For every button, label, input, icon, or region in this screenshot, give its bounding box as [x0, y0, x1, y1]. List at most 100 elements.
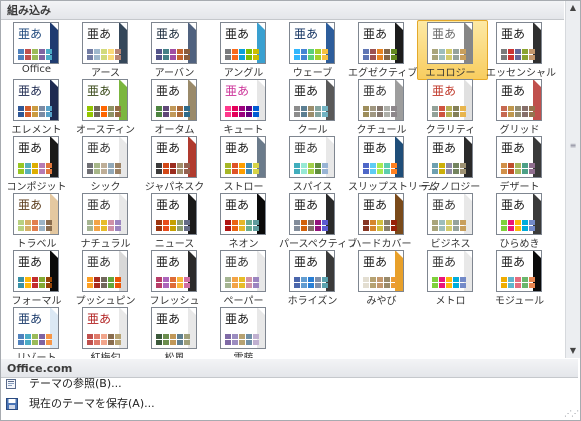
theme-tile[interactable]: 亜あ グリッド	[486, 79, 553, 136]
color-swatch	[501, 169, 507, 174]
color-swatch	[25, 49, 31, 54]
theme-tile[interactable]: 亜あ トラベル	[3, 193, 70, 250]
page-fold-icon	[258, 137, 265, 144]
theme-tile[interactable]: 亜あ テクノロジー	[417, 136, 484, 193]
color-swatch	[301, 163, 307, 168]
theme-font-sample: 亜あ	[156, 27, 181, 41]
theme-tile[interactable]: 亜あ デザート	[486, 136, 553, 193]
theme-tile[interactable]: 亜あ スリップストリーム	[348, 136, 438, 193]
theme-color-swatches	[225, 112, 260, 117]
color-swatch	[184, 220, 190, 225]
theme-tile[interactable]: 亜あ フォーマル	[3, 250, 70, 307]
color-swatch	[18, 220, 24, 225]
theme-tile[interactable]: 亜あ紅梅匂	[72, 307, 139, 358]
theme-name-label: エッセンシャル	[486, 68, 556, 79]
theme-tile[interactable]: 亜あ ビジネス	[417, 193, 484, 250]
theme-tile[interactable]: 亜あ ひらめき	[486, 193, 553, 250]
color-swatch	[18, 112, 24, 117]
color-swatch	[156, 334, 162, 339]
theme-tile[interactable]: 亜あ ネオン	[210, 193, 277, 250]
page-fold-icon	[258, 80, 265, 87]
theme-tile[interactable]: 亜あ ペーパー	[210, 250, 277, 307]
color-swatch	[501, 55, 507, 60]
theme-tile[interactable]: 亜あ クール	[279, 79, 346, 136]
theme-tile[interactable]: 亜あ スパイス	[279, 136, 346, 193]
color-swatch	[225, 220, 231, 225]
theme-color-swatches	[87, 163, 122, 168]
theme-tile[interactable]: 亜あ Office	[3, 22, 70, 78]
color-swatch	[315, 277, 321, 282]
theme-preview-thumbnail: 亜あ	[220, 79, 266, 121]
color-swatch	[294, 220, 300, 225]
theme-gallery: 亜あ Office 亜あ アース 亜あ アーバン 亜あ アングル 亜あ ウェーブ 亜あ エグゼクティブ…	[1, 20, 564, 358]
browse-themes-menu-item[interactable]: テーマの参照(B)...	[1, 374, 578, 394]
theme-tile[interactable]: 亜あ フレッシュ	[141, 250, 208, 307]
page-fold-icon	[51, 80, 58, 87]
theme-tile[interactable]: 亜あ クチュール	[348, 79, 415, 136]
color-swatch	[25, 106, 31, 111]
color-swatch	[460, 49, 466, 54]
theme-tile[interactable]: 亜あ キュート	[210, 79, 277, 136]
color-swatch	[301, 112, 307, 117]
theme-name-label: ニュース	[154, 239, 195, 250]
theme-tile[interactable]: 亜あ ニュース	[141, 193, 208, 250]
color-swatch	[432, 106, 438, 111]
theme-tile[interactable]: 亜あ アングル	[210, 22, 277, 79]
theme-tile[interactable]: 亜あリゾート	[3, 307, 70, 358]
color-swatch	[439, 169, 445, 174]
theme-color-swatches	[156, 112, 191, 117]
theme-tile[interactable]: 亜あ シック	[72, 136, 139, 193]
theme-tile[interactable]: 亜あ みやび	[348, 250, 415, 307]
color-swatch	[232, 277, 238, 282]
theme-tile[interactable]: 亜あ アーバン	[141, 22, 208, 79]
scroll-up-arrow-icon[interactable]: ▲	[566, 1, 580, 15]
color-swatch	[294, 283, 300, 288]
theme-tile[interactable]: 亜あ オータム	[141, 79, 208, 136]
theme-color-swatches	[225, 340, 260, 345]
color-swatch	[377, 112, 383, 117]
theme-tile[interactable]: 亜あ ナチュラル	[72, 193, 139, 250]
color-swatch	[522, 112, 528, 117]
color-swatch	[315, 226, 321, 231]
theme-tile[interactable]: 亜あ ジャパネスク	[141, 136, 208, 193]
theme-color-swatches	[294, 55, 329, 60]
color-swatch	[529, 277, 535, 282]
color-swatch	[115, 106, 121, 111]
theme-tile[interactable]: 亜あ アース	[72, 22, 139, 79]
theme-tile[interactable]: 亜あ コンポジット	[3, 136, 70, 193]
theme-name-label: ネオン	[228, 239, 259, 250]
theme-tile[interactable]: 亜あ プッシュピン	[72, 250, 139, 307]
scroll-grip-icon[interactable]: ≡	[569, 141, 577, 150]
color-swatch	[370, 49, 376, 54]
theme-tile[interactable]: 亜あ松風	[141, 307, 208, 358]
theme-tile[interactable]: 亜あ パースペクティブ	[279, 193, 357, 250]
color-swatch	[115, 55, 121, 60]
save-current-theme-menu-item[interactable]: 現在のテーマを保存(A)...	[1, 394, 578, 414]
scroll-down-arrow-icon[interactable]: ▼	[566, 344, 580, 358]
color-swatch	[391, 220, 397, 225]
theme-tile[interactable]: 亜あ エッセンシャル	[486, 22, 556, 79]
theme-tile[interactable]: 亜あ オースティン	[72, 79, 139, 136]
theme-tile[interactable]: 亜あ ストロー	[210, 136, 277, 193]
color-swatch	[253, 340, 259, 345]
theme-tile[interactable]: 亜あ エグゼクティブ	[348, 22, 417, 79]
theme-tile[interactable]: 亜あ雪藤	[210, 307, 277, 358]
theme-tile[interactable]: 亜あ ウェーブ	[279, 22, 346, 79]
theme-name-label: フォーマル	[11, 296, 62, 307]
color-swatch	[32, 340, 38, 345]
theme-tile[interactable]: 亜あ クラリティ	[417, 79, 484, 136]
color-swatch	[363, 277, 369, 282]
theme-tile[interactable]: 亜あ メトロ	[417, 250, 484, 307]
resize-grip-icon[interactable]: ⋰⋰	[564, 409, 579, 418]
theme-tile[interactable]: 亜あ モジュール	[486, 250, 553, 307]
color-swatch	[101, 283, 107, 288]
theme-tile[interactable]: 亜あ ホライズン	[279, 250, 346, 307]
theme-tile[interactable]: 亜あ エレメント	[3, 79, 70, 136]
theme-tile[interactable]: 亜あ ハードカバー	[348, 193, 415, 250]
theme-tile[interactable]: 亜あ エコロジー	[417, 20, 488, 80]
theme-name-label: ホライズン	[287, 296, 338, 307]
theme-preview-thumbnail: 亜あ	[427, 193, 473, 235]
gallery-scrollbar[interactable]: ▲ ≡ ▼	[565, 1, 580, 358]
theme-color-swatches	[225, 169, 260, 174]
color-swatch	[115, 283, 121, 288]
